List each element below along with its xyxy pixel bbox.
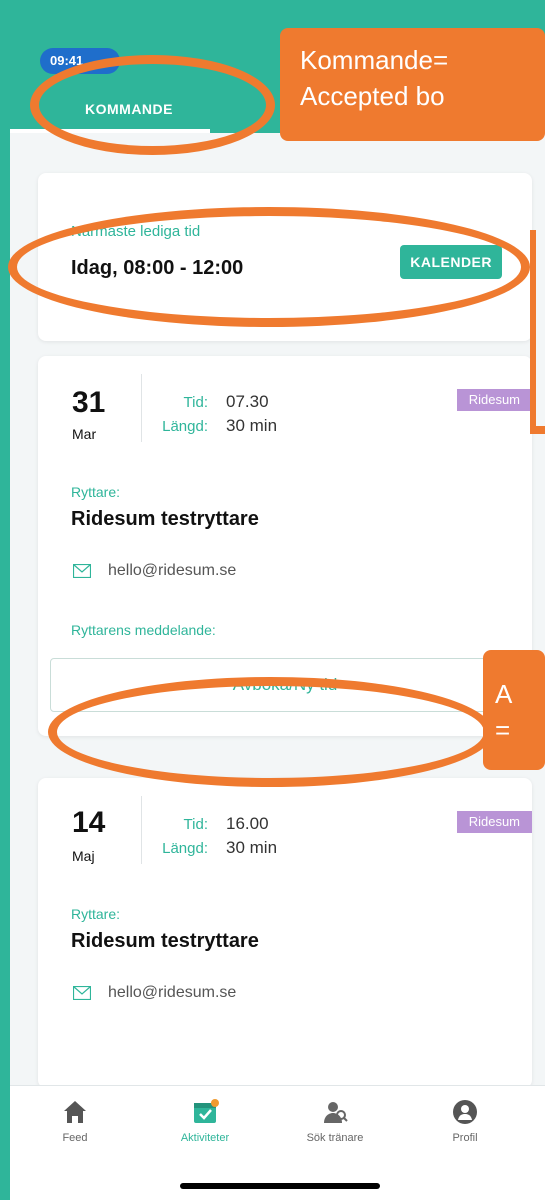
annotation-text: Accepted bo	[300, 81, 445, 111]
home-indicator	[180, 1183, 380, 1189]
annotation-ring-next-available	[8, 207, 530, 327]
rider-message-label: Ryttarens meddelande:	[71, 622, 216, 638]
booking-month: Maj	[72, 848, 95, 864]
nav-activities[interactable]: Aktiviteter	[150, 1098, 260, 1144]
nav-search-trainer[interactable]: Sök tränare	[280, 1098, 390, 1144]
calendar-check-icon	[194, 1099, 219, 1123]
booking-day: 14	[72, 806, 106, 839]
mail-icon	[73, 986, 91, 1000]
time-label: Tid:	[183, 816, 208, 833]
rider-email[interactable]: hello@ridesum.se	[108, 984, 236, 1002]
annotation-text: A	[495, 679, 513, 709]
mail-icon	[73, 564, 91, 578]
annotation-callout-mid: A =	[483, 650, 545, 770]
nav-activities-label: Aktiviteter	[180, 1132, 230, 1144]
annotation-text: Kommande=	[300, 45, 449, 75]
length-label: Längd:	[162, 840, 208, 857]
rider-name: Ridesum testryttare	[71, 930, 259, 952]
status-badge: Ridesum	[456, 811, 532, 833]
time-label: Tid:	[183, 394, 208, 411]
rider-email[interactable]: hello@ridesum.se	[108, 562, 236, 580]
length-value: 30 min	[226, 416, 278, 435]
annotation-ring-cancel-button	[48, 677, 493, 787]
length-label: Längd:	[162, 418, 208, 435]
time-value: 16.00	[226, 814, 269, 833]
nav-profile-label: Profil	[452, 1132, 478, 1144]
booking-day: 31	[72, 386, 106, 419]
length-value: 30 min	[226, 838, 278, 857]
status-badge: Ridesum	[456, 389, 532, 411]
annotation-text: =	[495, 715, 511, 745]
rider-label: Ryttare:	[71, 484, 121, 500]
profile-icon	[453, 1100, 477, 1124]
rider-name: Ridesum testryttare	[71, 508, 259, 530]
app-screen: 09:41 KOMMANDE Närmaste lediga tid Idag,…	[10, 0, 545, 1200]
booking-card: 14 Maj Tid: 16.00 Längd: 30 min Ridesum …	[38, 778, 532, 1088]
booking-month: Mar	[72, 426, 97, 442]
nav-profile[interactable]: Profil	[410, 1098, 520, 1144]
annotation-ring-tab	[30, 55, 275, 155]
nav-search-trainer-label: Sök tränare	[306, 1132, 364, 1144]
nav-feed-label: Feed	[62, 1132, 88, 1144]
annotation-connector	[530, 230, 545, 434]
user-search-icon	[324, 1102, 348, 1123]
time-value: 07.30	[226, 392, 269, 411]
nav-feed[interactable]: Feed	[20, 1098, 130, 1144]
annotation-callout-top: Kommande= Accepted bo	[280, 28, 545, 141]
home-icon	[64, 1101, 86, 1123]
rider-label: Ryttare:	[71, 906, 121, 922]
